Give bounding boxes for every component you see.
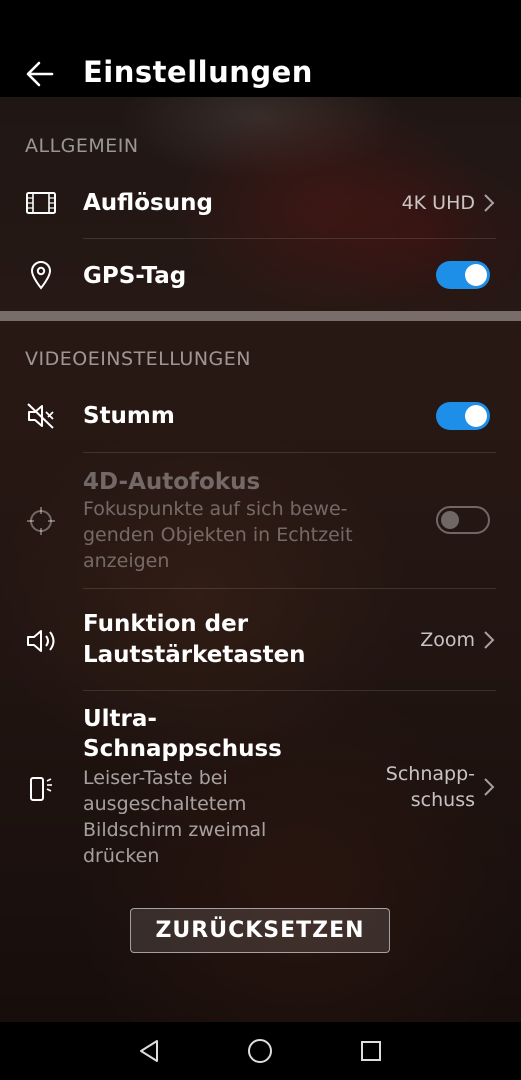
- section-header-video: VIDEOEINSTELLUNGEN: [25, 348, 251, 370]
- setting-description-line: Bildschirm zweimal: [83, 819, 267, 841]
- nav-home-button[interactable]: [245, 1036, 275, 1066]
- system-navigation-bar: [0, 1022, 521, 1080]
- crosshair-target-icon: [24, 504, 58, 538]
- setting-label-line: Funktion der: [83, 611, 249, 637]
- setting-ultra-snapshot[interactable]: Ultra- Schnappschuss Leiser-Taste bei au…: [0, 702, 521, 872]
- setting-value: Zoom: [420, 629, 475, 651]
- setting-label: Auflösung: [83, 190, 213, 216]
- chevron-right-icon: [484, 631, 495, 649]
- mute-toggle[interactable]: [436, 402, 490, 430]
- setting-gps-tag[interactable]: GPS-Tag: [0, 249, 521, 305]
- nav-back-button[interactable]: [134, 1036, 164, 1066]
- toggle-knob: [465, 264, 487, 286]
- setting-label: 4D-Autofokus: [83, 469, 261, 495]
- nav-recents-button[interactable]: [356, 1036, 386, 1066]
- reset-button[interactable]: ZURÜCKSETZEN: [130, 908, 390, 953]
- divider: [83, 588, 496, 589]
- toggle-knob: [465, 405, 487, 427]
- setting-description-line: Fokuspunkte auf sich bewe-: [83, 498, 348, 520]
- divider: [83, 238, 496, 239]
- title-bar: Einstellungen: [0, 0, 521, 97]
- home-circle-icon: [248, 1039, 272, 1063]
- setting-description-line: Leiser-Taste bei: [83, 767, 228, 789]
- divider: [83, 452, 496, 453]
- chevron-right-icon: [484, 194, 495, 212]
- back-arrow-icon: [26, 61, 54, 87]
- setting-description-line: drücken: [83, 845, 160, 867]
- back-triangle-icon: [140, 1040, 158, 1062]
- page-title: Einstellungen: [83, 55, 313, 89]
- setting-label-line: Schnappschuss: [83, 736, 282, 762]
- setting-4d-autofocus: 4D-Autofokus Fokuspunkte auf sich bewe- …: [0, 463, 521, 583]
- setting-label: Stumm: [83, 403, 175, 429]
- phone-double-press-icon: [24, 772, 58, 806]
- back-button[interactable]: [22, 56, 58, 92]
- speaker-muted-icon: [24, 399, 58, 433]
- setting-value-line: Schnapp-: [385, 763, 475, 785]
- section-header-general: ALLGEMEIN: [25, 135, 139, 157]
- setting-label-line: Ultra-: [83, 706, 157, 732]
- setting-label: GPS-Tag: [83, 263, 187, 289]
- setting-resolution[interactable]: Auflösung 4K UHD: [0, 179, 521, 235]
- settings-list: ALLGEMEIN Auflösung 4K UHD GPS-Tag VIDEO…: [0, 97, 521, 1022]
- setting-mute[interactable]: Stumm: [0, 389, 521, 445]
- setting-value-line: schuss: [410, 789, 475, 811]
- toggle-knob: [441, 511, 459, 529]
- speaker-volume-icon: [24, 624, 58, 658]
- setting-value: 4K UHD: [401, 192, 475, 214]
- 4d-autofocus-toggle: [436, 506, 490, 534]
- recents-square-icon: [361, 1041, 381, 1061]
- film-icon: [24, 186, 58, 220]
- setting-label-line: Lautstärketasten: [83, 642, 306, 668]
- section-separator: [0, 311, 521, 321]
- setting-description-line: anzeigen: [83, 550, 170, 572]
- setting-description-line: genden Objekten in Echtzeit: [83, 524, 353, 546]
- setting-volume-keys[interactable]: Funktion der Lautstärketasten Zoom: [0, 597, 521, 687]
- divider: [83, 690, 496, 691]
- setting-description-line: ausgeschaltetem: [83, 793, 247, 815]
- location-pin-icon: [24, 258, 58, 292]
- gps-tag-toggle[interactable]: [436, 261, 490, 289]
- chevron-right-icon: [484, 778, 495, 796]
